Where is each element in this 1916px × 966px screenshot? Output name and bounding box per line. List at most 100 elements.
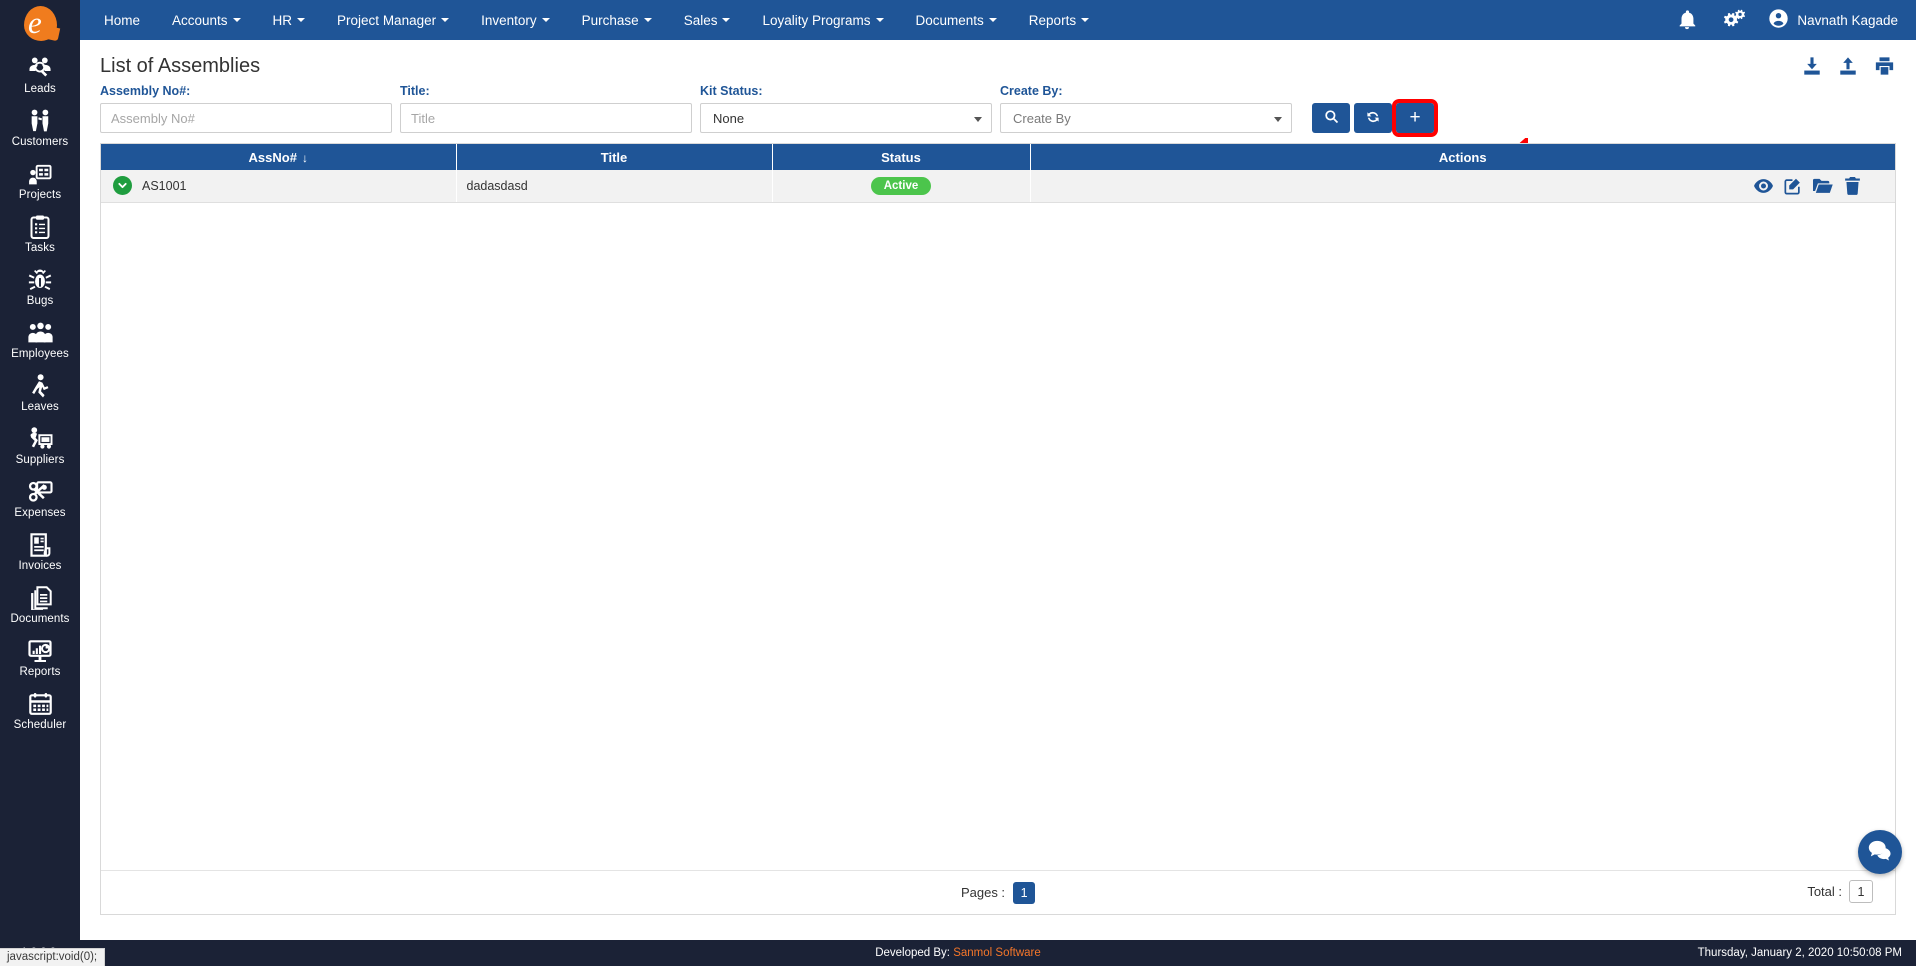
table-header-row: AssNo# ↓ Title Status Actions xyxy=(101,144,1895,170)
cell-assno: AS1001 xyxy=(101,170,457,203)
sidebar-item-label: Projects xyxy=(18,189,62,201)
sidebar-item-scheduler[interactable]: Scheduler xyxy=(0,684,80,737)
sidebar-item-label: Scheduler xyxy=(13,719,67,731)
view-icon[interactable] xyxy=(1754,178,1773,194)
expenses-icon xyxy=(27,479,53,504)
refresh-button[interactable] xyxy=(1354,103,1392,133)
create-by-select[interactable]: Create By xyxy=(1000,103,1292,133)
nav-item-reports[interactable]: Reports xyxy=(1013,0,1105,40)
column-header-title[interactable]: Title xyxy=(456,144,773,170)
browser-status-tooltip: javascript:void(0); xyxy=(0,948,106,966)
chevron-down-icon xyxy=(974,117,982,122)
edit-icon[interactable] xyxy=(1784,177,1802,195)
assno-value: AS1001 xyxy=(142,178,187,193)
sidebar-item-label: Expenses xyxy=(14,507,66,519)
nav-item-home[interactable]: Home xyxy=(88,0,156,40)
leads-icon xyxy=(27,55,53,80)
caret-down-icon xyxy=(541,18,550,22)
chat-button[interactable] xyxy=(1858,830,1902,874)
developer-link[interactable]: Sanmol Software xyxy=(953,947,1041,959)
print-icon[interactable] xyxy=(1873,56,1896,81)
total-label: Total : xyxy=(1807,884,1842,899)
add-assembly-button[interactable]: + xyxy=(1392,99,1438,137)
table-row[interactable]: AS1001 dadasdasd Active xyxy=(101,170,1895,203)
topnav-right: Navnath Kagade xyxy=(1664,0,1916,40)
filter-actions: + xyxy=(1312,99,1438,137)
bell-icon[interactable] xyxy=(1664,0,1710,40)
user-name: Navnath Kagade xyxy=(1797,12,1898,28)
caret-down-icon xyxy=(988,18,997,22)
folder-icon[interactable] xyxy=(1813,178,1833,194)
page-number-1[interactable]: 1 xyxy=(1013,881,1036,904)
caret-down-icon xyxy=(875,18,884,22)
logo-icon: e xyxy=(20,4,60,44)
download-icon[interactable] xyxy=(1801,56,1823,81)
suppliers-icon xyxy=(27,426,53,451)
sidebar-item-projects[interactable]: Projects xyxy=(0,154,80,207)
nav-item-inventory[interactable]: Inventory xyxy=(465,0,566,40)
sidebar-item-leaves[interactable]: Leaves xyxy=(0,366,80,419)
sidebar-item-label: Customers xyxy=(11,136,69,148)
sidebar-item-tasks[interactable]: Tasks xyxy=(0,207,80,260)
search-button[interactable] xyxy=(1312,103,1350,133)
gears-icon[interactable] xyxy=(1710,0,1756,40)
nav-item-sales[interactable]: Sales xyxy=(668,0,747,40)
sidebar-item-label: Bugs xyxy=(26,295,54,307)
table-header: AssNo# ↓ Title Status Actions xyxy=(101,144,1895,170)
nav-item-label: Loyality Programs xyxy=(762,12,871,28)
column-header-status[interactable]: Status xyxy=(772,144,1031,170)
sidebar-item-customers[interactable]: Customers xyxy=(0,101,80,154)
sidebar-item-bugs[interactable]: Bugs xyxy=(0,260,80,313)
nav-item-label: Project Manager xyxy=(337,12,437,28)
nav-item-accounts[interactable]: Accounts xyxy=(156,0,257,40)
sidebar-item-label: Employees xyxy=(11,348,69,360)
caret-down-icon xyxy=(297,18,306,22)
assembly-no-input[interactable] xyxy=(100,103,392,133)
user-circle-icon xyxy=(1768,8,1789,32)
footer-timestamp: Thursday, January 2, 2020 10:50:08 PM xyxy=(1697,947,1902,959)
nav-item-purchase[interactable]: Purchase xyxy=(566,0,668,40)
footer: r 1.0.0.0 Developed By: Sanmol Software … xyxy=(0,940,1916,966)
sidebar-item-employees[interactable]: Employees xyxy=(0,313,80,366)
invoices-icon xyxy=(27,532,53,557)
app-logo[interactable]: e xyxy=(0,0,80,48)
user-menu[interactable]: Navnath Kagade xyxy=(1756,8,1898,32)
sidebar-item-leads[interactable]: Leads xyxy=(0,48,80,101)
title-input[interactable] xyxy=(400,103,692,133)
sidebar-item-reports[interactable]: Reports xyxy=(0,631,80,684)
column-header-actions[interactable]: Actions xyxy=(1030,144,1895,170)
cell-status: Active xyxy=(772,170,1031,203)
nav-item-label: Home xyxy=(104,12,141,28)
kit-status-label: Kit Status: xyxy=(700,84,763,98)
sidebar-item-label: Documents xyxy=(10,613,70,625)
assembly-no-label: Assembly No#: xyxy=(100,84,191,98)
sidebar-item-suppliers[interactable]: Suppliers xyxy=(0,419,80,472)
delete-icon[interactable] xyxy=(1844,176,1861,195)
reports-icon xyxy=(27,638,53,663)
sidebar-item-label: Invoices xyxy=(18,560,62,572)
nav-item-loyality-programs[interactable]: Loyality Programs xyxy=(746,0,899,40)
developed-prefix: Developed By: xyxy=(875,947,951,959)
pagination: Pages : 1 Total : 1 xyxy=(101,870,1895,914)
assemblies-table-container: AssNo# ↓ Title Status Actions AS1001 dad… xyxy=(100,143,1896,915)
search-icon xyxy=(1324,109,1339,127)
sidebar-item-label: Reports xyxy=(19,666,61,678)
table-body: AS1001 dadasdasd Active xyxy=(101,170,1895,203)
kit-status-select[interactable]: None xyxy=(700,103,992,133)
chevron-down-circle-icon[interactable] xyxy=(113,176,132,196)
sidebar-item-invoices[interactable]: Invoices xyxy=(0,525,80,578)
top-navbar: Home Accounts HR Project Manager Inventory Pu… xyxy=(80,0,1916,40)
sidebar-item-documents[interactable]: Documents xyxy=(0,578,80,631)
tasks-icon xyxy=(27,214,53,239)
scheduler-icon xyxy=(27,691,53,716)
bugs-icon xyxy=(27,267,53,292)
nav-item-project-manager[interactable]: Project Manager xyxy=(321,0,465,40)
column-header-assno[interactable]: AssNo# ↓ xyxy=(101,144,457,170)
nav-item-hr[interactable]: HR xyxy=(257,0,322,40)
nav-item-label: Documents xyxy=(915,12,984,28)
upload-icon[interactable] xyxy=(1837,56,1859,81)
nav-item-documents[interactable]: Documents xyxy=(900,0,1013,40)
nav-item-label: Sales xyxy=(683,12,718,28)
sort-arrow-icon: ↓ xyxy=(301,150,308,165)
sidebar-item-expenses[interactable]: Expenses xyxy=(0,472,80,525)
